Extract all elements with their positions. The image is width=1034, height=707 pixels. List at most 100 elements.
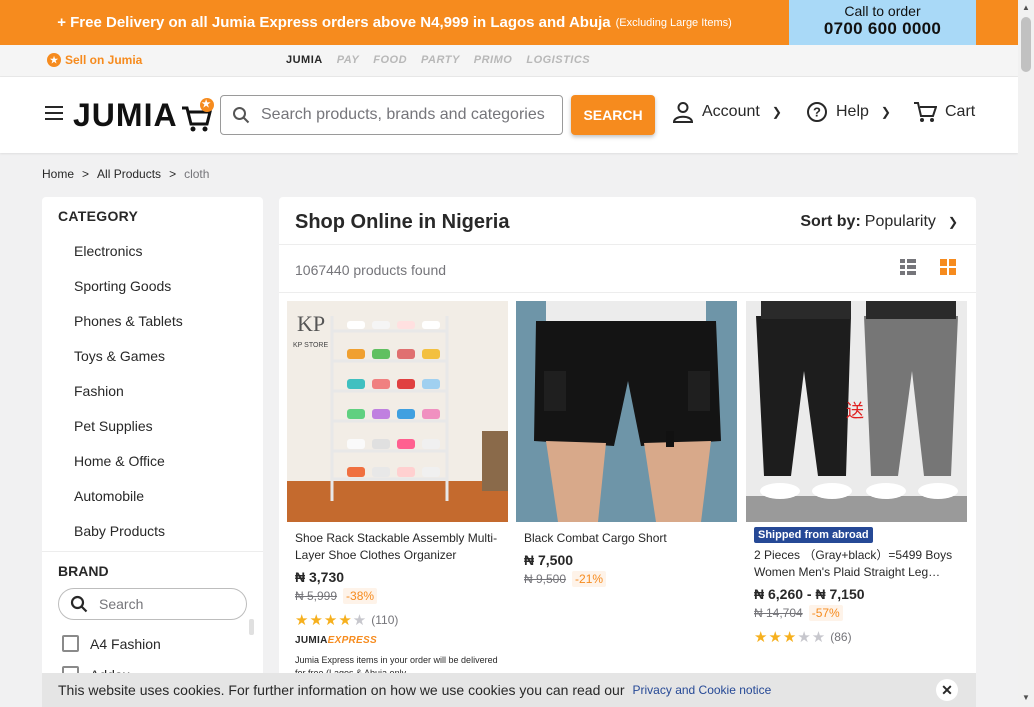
logo-star-icon: ★ <box>199 97 214 112</box>
brand-checkbox[interactable] <box>62 635 79 652</box>
svg-text:送: 送 <box>846 401 864 422</box>
close-icon[interactable]: ✕ <box>936 679 958 701</box>
breadcrumb-home[interactable]: Home <box>42 167 74 181</box>
scrollbar-thumb[interactable] <box>1021 17 1031 72</box>
product-image-shoe-rack[interactable]: KP KP STORE <box>287 301 508 522</box>
service-party-link[interactable]: PARTY <box>421 54 460 66</box>
sell-on-jumia-link[interactable]: ★ Sell on Jumia <box>47 53 142 67</box>
search-box <box>220 95 563 135</box>
brand-search-input[interactable] <box>99 596 229 612</box>
logo-cart-icon: ★ <box>180 97 214 132</box>
review-count: (110) <box>371 613 399 627</box>
category-item[interactable]: Automobile <box>42 479 263 514</box>
jumia-express-badge: JUMIAEXPRESS <box>295 635 377 646</box>
product-card[interactable]: 送 Shipped from abroad 2 Pieces （Gray+bla… <box>746 301 967 646</box>
product-card[interactable]: KP KP STORE Shoe Rack Stackable Assembly… <box>287 301 508 680</box>
product-old-price: ₦ 5,999 <box>295 589 338 603</box>
search-input[interactable] <box>261 106 562 124</box>
cookie-banner: This website uses cookies. For further i… <box>42 673 976 707</box>
category-item[interactable]: Phones & Tablets <box>42 304 263 339</box>
cart-label: Cart <box>945 103 976 120</box>
category-item[interactable]: Electronics <box>42 234 263 269</box>
product-image-joggers[interactable]: 送 <box>746 301 967 522</box>
account-label: Account <box>702 103 760 120</box>
service-pay-link[interactable]: PAY <box>337 54 360 66</box>
help-menu[interactable]: ? Help ❯ <box>806 101 891 123</box>
service-jumia-link[interactable]: JUMIA <box>286 54 323 66</box>
brand-search-box <box>58 588 247 620</box>
privacy-notice-link[interactable]: Privacy and Cookie notice <box>633 683 772 697</box>
brand-heading: BRAND <box>58 563 109 579</box>
product-rating: ★★★★★ (110) <box>295 611 500 629</box>
product-card[interactable]: Black Combat Cargo Short ₦ 7,500 ₦ 9,500… <box>516 301 737 587</box>
account-menu[interactable]: Account ❯ <box>672 101 782 123</box>
help-label: Help <box>836 103 869 120</box>
breadcrumb-current: cloth <box>184 167 210 181</box>
review-count: (86) <box>830 630 852 644</box>
breadcrumb-separator: > <box>169 167 177 181</box>
brand-item[interactable]: A4 Fashion <box>42 628 263 659</box>
cart-link[interactable]: Cart <box>913 101 975 123</box>
search-button[interactable]: SEARCH <box>571 95 655 135</box>
filter-sidebar: CATEGORY Electronics Sporting Goods Phon… <box>42 197 263 697</box>
product-old-price: ₦ 9,500 <box>524 572 567 586</box>
product-price: ₦ 3,730 <box>295 569 345 585</box>
product-image-cargo-short[interactable] <box>516 301 737 522</box>
promo-banner[interactable]: + Free Delivery on all Jumia Express ord… <box>0 0 1018 45</box>
brand-list-scrollbar[interactable] <box>249 619 254 635</box>
sort-value: Popularity <box>864 213 936 230</box>
sort-dropdown[interactable]: Sort by: Popularity ❯ <box>800 213 958 231</box>
product-old-price-row: ₦ 14,704 -57% <box>754 605 959 621</box>
grid-view-icon[interactable] <box>940 259 956 280</box>
product-name[interactable]: Shoe Rack Stackable Assembly Multi-Layer… <box>295 530 500 564</box>
svg-text:?: ? <box>813 105 821 120</box>
scroll-up-arrow-icon[interactable]: ▲ <box>1022 3 1030 12</box>
call-number: 0700 600 0000 <box>823 19 942 38</box>
divider <box>279 244 976 245</box>
call-label: Call to order <box>844 3 921 19</box>
category-item[interactable]: Toys & Games <box>42 339 263 374</box>
breadcrumb-all-products[interactable]: All Products <box>97 167 161 181</box>
divider <box>279 292 976 293</box>
product-old-price-row: ₦ 5,999 -38% <box>295 588 500 604</box>
help-icon: ? <box>807 102 827 122</box>
category-item[interactable]: Baby Products <box>42 514 263 549</box>
brand-label: A4 Fashion <box>90 635 161 652</box>
page-scrollbar[interactable]: ▲ ▼ <box>1018 0 1034 707</box>
service-food-link[interactable]: FOOD <box>373 54 407 66</box>
chevron-down-icon: ❯ <box>771 105 782 119</box>
service-logistics-link[interactable]: LOGISTICS <box>526 54 590 66</box>
sell-label: Sell on Jumia <box>65 53 143 67</box>
jumia-logo[interactable]: JUMIA ★ <box>73 97 214 134</box>
svg-text:KP STORE: KP STORE <box>293 342 328 349</box>
page-title: Shop Online in Nigeria <box>295 211 510 233</box>
product-price: ₦ 7,500 <box>524 552 574 568</box>
product-listing: Shop Online in Nigeria Sort by: Populari… <box>279 197 976 697</box>
category-item[interactable]: Sporting Goods <box>42 269 263 304</box>
category-item[interactable]: Pet Supplies <box>42 409 263 444</box>
product-price: ₦ 6,260 - ₦ 7,150 <box>754 586 865 602</box>
call-to-order[interactable]: Call to order 0700 600 0000 <box>789 0 976 45</box>
category-list: Electronics Sporting Goods Phones & Tabl… <box>42 234 263 549</box>
hamburger-menu-icon[interactable] <box>45 106 63 120</box>
sort-label: Sort by: <box>800 213 861 230</box>
breadcrumb-separator: > <box>82 167 90 181</box>
results-count: 1067440 products found <box>295 262 447 278</box>
category-heading: CATEGORY <box>58 208 139 224</box>
product-name[interactable]: Black Combat Cargo Short <box>524 530 729 547</box>
search-icon <box>59 595 99 613</box>
logo-text: JUMIA <box>73 97 178 133</box>
discount-badge: -21% <box>572 571 607 587</box>
promo-text: + Free Delivery on all Jumia Express ord… <box>0 0 789 45</box>
cookie-text: This website uses cookies. For further i… <box>58 682 625 698</box>
category-item[interactable]: Home & Office <box>42 444 263 479</box>
product-name[interactable]: 2 Pieces （Gray+black）=5499 Boys Women Me… <box>754 547 959 581</box>
scroll-down-arrow-icon[interactable]: ▼ <box>1022 693 1030 702</box>
discount-badge: -38% <box>343 588 378 604</box>
category-item[interactable]: Fashion <box>42 374 263 409</box>
list-view-icon[interactable] <box>900 259 916 280</box>
service-primo-link[interactable]: PRIMO <box>474 54 513 66</box>
cart-icon <box>914 102 937 122</box>
star-icon: ★ <box>47 53 61 67</box>
chevron-down-icon: ❯ <box>947 215 958 229</box>
